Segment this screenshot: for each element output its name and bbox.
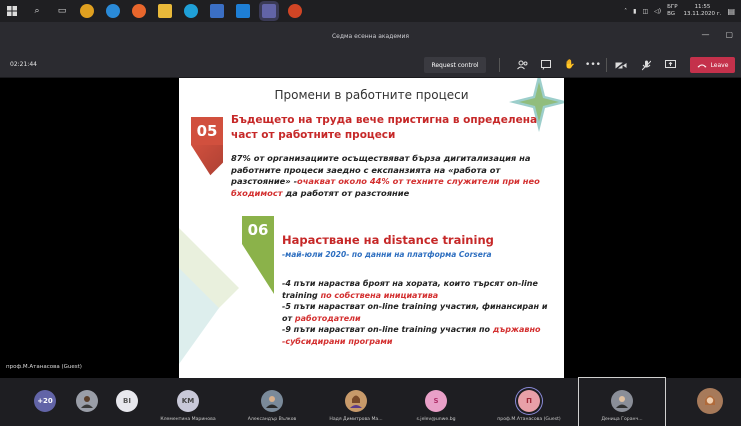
- section-heading-05: Бъдещето на труда вече пристигна в опред…: [231, 114, 538, 141]
- bullet-line: -5 пъти нарастват on-line training участ…: [282, 302, 548, 323]
- share-screen-icon[interactable]: [664, 59, 676, 71]
- participant-name: Деница Горанч...: [601, 417, 643, 422]
- participant-tile[interactable]: S s.jelev@unwe.bg: [396, 378, 476, 426]
- participant-tile-pinned[interactable]: Деница Горанч...: [578, 377, 666, 426]
- section-number-06: 06: [242, 216, 274, 244]
- avatar: [76, 390, 98, 412]
- section-marker-tail: [191, 145, 223, 195]
- meeting-timer: 02:21:44: [10, 61, 37, 68]
- divider: [499, 58, 500, 72]
- avatar: [697, 388, 723, 414]
- section-subtitle-06: -май-юли 2020- по данни на платформа Cor…: [282, 250, 492, 259]
- chrome-icon[interactable]: [80, 4, 94, 18]
- input-language[interactable]: БГР BG: [667, 4, 677, 18]
- participant-tile[interactable]: Александър Вълков: [232, 378, 312, 426]
- volume-icon[interactable]: ◁): [654, 8, 661, 15]
- participant-name: проф.М.Атанасова (Guest): [497, 417, 561, 422]
- avatar: KM: [177, 390, 199, 412]
- system-clock[interactable]: 11:55 13.11.2020 г.: [684, 4, 722, 18]
- more-options-icon[interactable]: •••: [585, 59, 601, 71]
- avatar: [611, 390, 633, 412]
- edge-icon[interactable]: [106, 4, 120, 18]
- participant-tile[interactable]: BI: [112, 378, 142, 426]
- search-icon[interactable]: ⌕: [31, 5, 43, 17]
- bullet-line: -9 пъти нарастват on-line training участ…: [282, 325, 541, 346]
- participant-tile[interactable]: KM Клементина Маринова: [148, 378, 228, 426]
- participant-tile[interactable]: Надя Димитрова Ма...: [316, 378, 396, 426]
- powerpoint-icon[interactable]: [288, 4, 302, 18]
- section-body-05: 87% от организациите осъществяват бърза …: [231, 153, 540, 198]
- presenter-name-label: проф.М.Атанасова (Guest): [6, 364, 82, 370]
- bullet-line: -4 пъти нараства броят на хората, които …: [282, 279, 538, 300]
- camera-off-icon[interactable]: [615, 59, 627, 71]
- windows-taskbar: ⌕ ▭ ˄ ▮ ◫ ◁) БГР BG 11:55 13.11.2020 г. …: [0, 0, 741, 22]
- section-body-06: -4 пъти нараства броят на хората, които …: [282, 278, 557, 347]
- minimize-icon[interactable]: —: [701, 30, 709, 39]
- window-titlebar: Седма есенна академия — ▢: [0, 22, 741, 52]
- more-participants-badge: +20: [34, 390, 56, 412]
- participant-tile-speaking[interactable]: П проф.М.Атанасова (Guest): [484, 378, 574, 426]
- network-icon[interactable]: ◫: [642, 8, 648, 15]
- file-explorer-icon[interactable]: [158, 4, 172, 18]
- participants-icon[interactable]: [516, 59, 528, 71]
- battery-icon[interactable]: ▮: [633, 8, 636, 15]
- slide-title: Промени в работните процеси: [274, 88, 469, 102]
- microphone-off-icon[interactable]: [640, 59, 652, 71]
- participant-name: s.jelev@unwe.bg: [416, 417, 456, 422]
- decorative-background-graphic: [179, 228, 239, 364]
- raise-hand-icon[interactable]: ✋: [564, 59, 576, 71]
- more-participants-tile[interactable]: +20: [30, 378, 60, 426]
- phone-hangup-icon: [697, 64, 707, 67]
- presentation-slide: Промени в работните процеси 05 Бъдещето …: [179, 78, 564, 378]
- avatar: П: [518, 390, 540, 412]
- participant-name: Надя Димитрова Ма...: [329, 417, 383, 422]
- participant-name: Александър Вълков: [247, 417, 297, 422]
- section-number-05: 05: [191, 117, 223, 145]
- participant-strip: +20 BI KM Клементина Маринова Александър…: [0, 377, 741, 426]
- leave-button[interactable]: Leave: [690, 57, 735, 73]
- notifications-icon[interactable]: ▤: [727, 7, 735, 16]
- request-control-button[interactable]: Request control: [424, 57, 486, 73]
- avatar: [261, 390, 283, 412]
- avatar: BI: [116, 390, 138, 412]
- skype-icon[interactable]: [184, 4, 198, 18]
- participant-tile[interactable]: [72, 378, 102, 426]
- avatar: S: [425, 390, 447, 412]
- teams-icon[interactable]: [262, 4, 276, 18]
- mail-icon[interactable]: [210, 4, 224, 18]
- maximize-icon[interactable]: ▢: [725, 30, 733, 39]
- outlook-icon[interactable]: [236, 4, 250, 18]
- meeting-toolbar: 02:21:44 Request control ✋ ••• Leave: [0, 52, 741, 78]
- firefox-icon[interactable]: [132, 4, 146, 18]
- chevron-up-icon[interactable]: ˄: [624, 8, 627, 15]
- avatar: [345, 390, 367, 412]
- participant-name: Клементина Маринова: [160, 417, 216, 422]
- windows-start-icon[interactable]: [6, 5, 18, 17]
- chat-icon[interactable]: [540, 59, 552, 71]
- shared-screen-stage: Промени в работните процеси 05 Бъдещето …: [0, 78, 741, 378]
- window-title: Седма есенна академия: [331, 33, 410, 40]
- section-heading-06: Нарастване на distance training: [282, 233, 494, 247]
- leave-label: Leave: [710, 61, 729, 69]
- self-view-tile[interactable]: [690, 378, 730, 426]
- divider: [606, 58, 607, 72]
- task-view-icon[interactable]: ▭: [56, 5, 68, 17]
